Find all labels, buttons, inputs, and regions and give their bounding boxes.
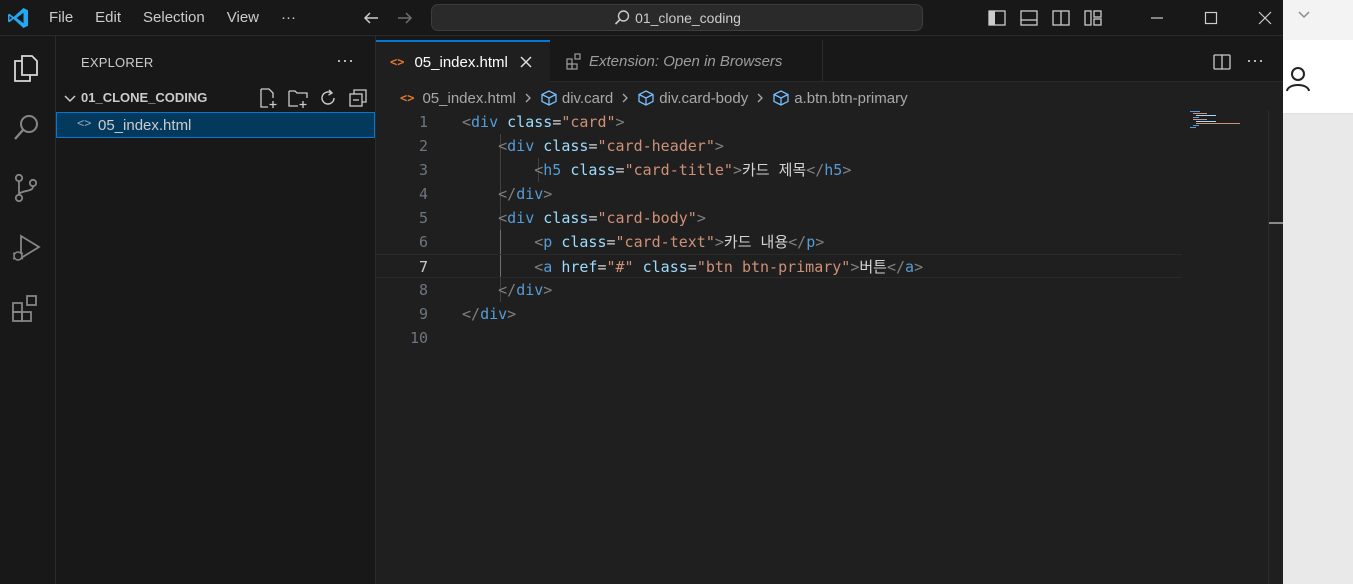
tab-05-index-html[interactable]: <> 05_index.html	[376, 40, 550, 82]
tab-label: 05_index.html	[414, 53, 508, 71]
vscode-logo-icon	[8, 8, 28, 28]
editor-more-actions[interactable]: ···	[1246, 51, 1264, 72]
minimize-icon	[1151, 17, 1163, 19]
collapse-all-icon[interactable]	[347, 87, 369, 109]
editor-scrollbar[interactable]	[1268, 110, 1283, 584]
toggle-panel-icon[interactable]	[1018, 7, 1040, 29]
title-bar: File Edit Selection View ··· 01_clone_co…	[0, 0, 1283, 36]
source-control-icon[interactable]	[10, 172, 42, 204]
window-controls	[1130, 0, 1292, 36]
search-icon	[614, 9, 630, 25]
line-number: 7	[418, 258, 428, 276]
browser-tab-strip	[1283, 0, 1353, 40]
line-number: 4	[418, 185, 428, 203]
search-icon[interactable]	[10, 112, 42, 144]
folder-actions	[257, 87, 369, 109]
sidebar-more-actions[interactable]: ···	[336, 50, 354, 71]
element-cube-icon	[773, 90, 789, 106]
breadcrumb-item[interactable]: a.btn.btn-primary	[794, 90, 907, 107]
minimap[interactable]	[1190, 110, 1252, 130]
line-number: 6	[418, 233, 428, 251]
extensions-icon	[566, 53, 581, 70]
code-line: 6 <p class="card-text">카드 내용</p>	[376, 230, 1182, 254]
element-cube-icon	[541, 90, 557, 106]
menu-view[interactable]: View	[216, 0, 270, 36]
code-line: 8 </div>	[376, 278, 1182, 302]
tab-extension-open-in-browsers[interactable]: Extension: Open in Browsers	[551, 40, 823, 82]
run-and-debug-icon[interactable]	[10, 232, 42, 264]
toggle-primary-sidebar-icon[interactable]	[986, 7, 1008, 29]
explorer-files-icon[interactable]	[10, 52, 42, 84]
maximize-icon	[1204, 11, 1218, 25]
workspace-folder[interactable]: 01_CLONE_CODING	[56, 86, 376, 110]
html-file-icon: <>	[400, 91, 415, 105]
line-number: 9	[418, 305, 428, 323]
code-line: 2 <div class="card-header">	[376, 134, 1182, 158]
close-tab-icon[interactable]	[518, 54, 534, 70]
menu-bar: File Edit Selection View ···	[38, 0, 307, 36]
tab-label: Extension: Open in Browsers	[589, 52, 783, 70]
refresh-icon[interactable]	[317, 87, 339, 109]
menu-file[interactable]: File	[38, 0, 84, 36]
menu-more[interactable]: ···	[270, 0, 307, 36]
scrollbar-cursor-marker	[1269, 222, 1283, 224]
menu-edit[interactable]: Edit	[84, 0, 132, 36]
user-profile-icon[interactable]	[1285, 65, 1311, 93]
line-number: 2	[418, 137, 428, 155]
breadcrumb-file[interactable]: 05_index.html	[422, 90, 515, 107]
command-center-label: 01_clone_coding	[635, 9, 741, 26]
line-number: 5	[418, 209, 428, 227]
activity-bar	[0, 36, 56, 584]
workspace-folder-name: 01_CLONE_CODING	[81, 90, 208, 105]
line-number: 10	[409, 329, 428, 347]
chevron-right-icon	[525, 93, 531, 103]
code-line: 3 <h5 class="card-title">카드 제목</h5>	[376, 158, 1182, 182]
new-folder-icon[interactable]	[287, 87, 309, 109]
file-item[interactable]: <> 05_index.html	[56, 112, 375, 138]
chevron-right-icon	[757, 93, 764, 103]
vscode-window: File Edit Selection View ··· 01_clone_co…	[0, 0, 1283, 584]
chevron-down-icon	[64, 95, 76, 103]
breadcrumb-item[interactable]: div.card	[562, 90, 613, 107]
element-cube-icon	[638, 90, 654, 106]
chevron-down-icon[interactable]	[1293, 4, 1315, 26]
layout-controls	[986, 7, 1104, 29]
line-number: 1	[418, 113, 428, 131]
breadcrumb-item[interactable]: div.card-body	[659, 90, 748, 107]
command-center[interactable]: 01_clone_coding	[431, 4, 923, 31]
explorer-title: EXPLORER	[81, 55, 154, 70]
code-line-current: 7 <a href="#" class="btn btn-primary">버튼…	[376, 254, 1182, 278]
html-file-icon: <>	[390, 55, 405, 69]
new-file-icon[interactable]	[257, 87, 279, 109]
html-file-icon: <>	[77, 116, 92, 130]
maximize-button[interactable]	[1184, 0, 1238, 36]
close-icon	[1258, 11, 1272, 25]
breadcrumb: <> 05_index.html div.card div.card-body …	[376, 86, 1283, 110]
file-item-label: 05_index.html	[98, 117, 192, 134]
code-line: 10	[376, 326, 1182, 350]
toggle-secondary-sidebar-icon[interactable]	[1050, 7, 1072, 29]
code-line: 1 <div class="card">	[376, 110, 1182, 134]
forward-arrow-icon[interactable]	[394, 7, 416, 29]
line-number: 8	[418, 281, 428, 299]
editor-actions: ···	[1212, 51, 1264, 72]
browser-toolbar	[1283, 40, 1353, 114]
minimize-button[interactable]	[1130, 0, 1184, 36]
background-browser-window	[1283, 0, 1353, 584]
editor-tabs: <> 05_index.html Extension: Open in Brow…	[376, 36, 1283, 82]
code-editor[interactable]: 1 <div class="card"> 2 <div class="card-h…	[376, 110, 1268, 584]
navigation-arrows	[360, 7, 416, 29]
code-line: 5 <div class="card-body">	[376, 206, 1182, 230]
split-editor-icon[interactable]	[1212, 52, 1232, 72]
code-line: 9 </div>	[376, 302, 1182, 326]
menu-selection[interactable]: Selection	[132, 0, 216, 36]
extensions-icon[interactable]	[10, 292, 42, 324]
explorer-sidebar: EXPLORER ··· 01_CLONE_CODING <> 05_index…	[56, 36, 376, 584]
chevron-right-icon	[622, 93, 629, 103]
back-arrow-icon[interactable]	[360, 7, 382, 29]
code-line: 4 </div>	[376, 182, 1182, 206]
line-number: 3	[418, 161, 428, 179]
customize-layout-icon[interactable]	[1082, 7, 1104, 29]
